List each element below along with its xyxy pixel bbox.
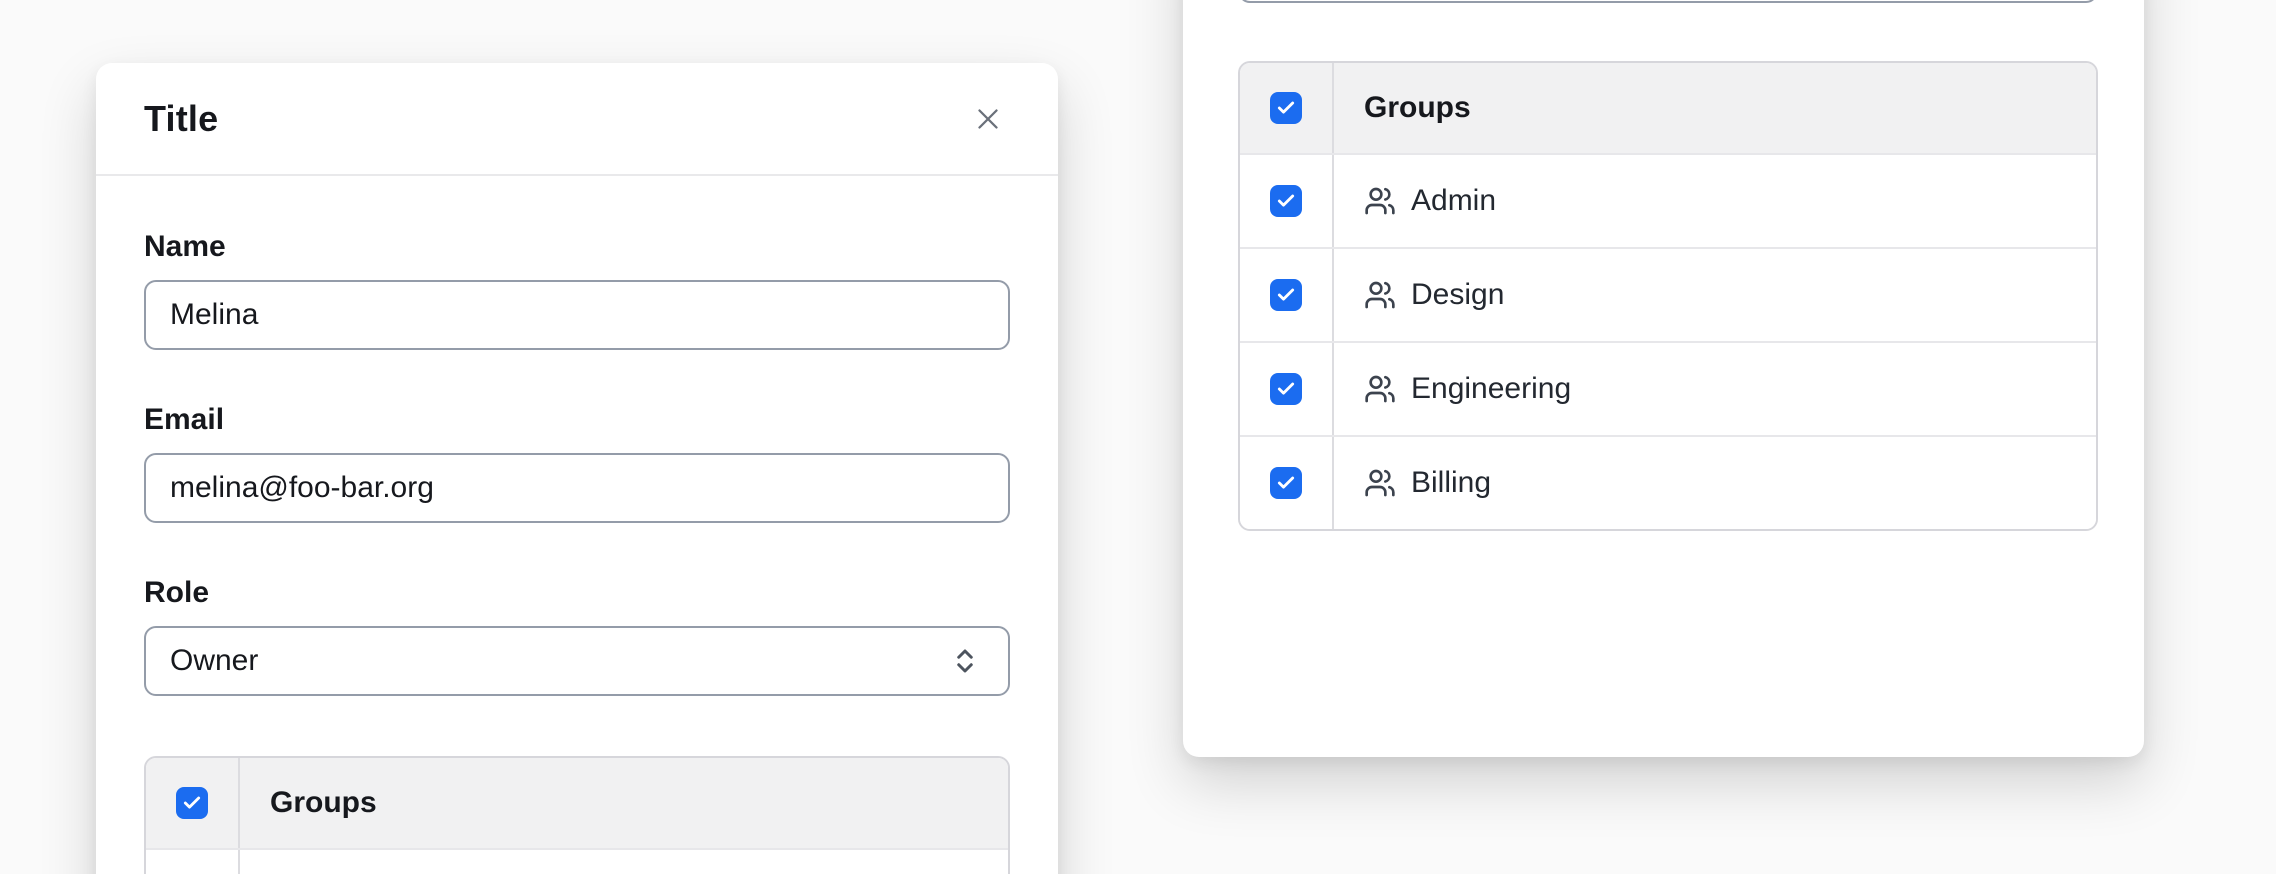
groups-header-label: Groups — [1334, 63, 2096, 153]
groups-table: Groups — [1238, 61, 2098, 531]
name-label: Name — [144, 230, 1010, 264]
role-select[interactable]: Owner — [144, 626, 1010, 696]
groups-panel: Groups — [1183, 0, 2144, 757]
email-label: Email — [144, 403, 1010, 437]
table-row-partial[interactable] — [146, 848, 1008, 874]
row-content: Billing — [1334, 437, 2096, 529]
header-checkbox-cell — [1240, 63, 1334, 153]
partial-input-top-edge — [1238, 0, 2098, 3]
dialog-body: Name Email Role Owner — [96, 176, 1058, 874]
check-icon — [1276, 379, 1296, 399]
check-icon — [1276, 285, 1296, 305]
group-row-label: Admin — [1411, 184, 1496, 218]
row-checkbox[interactable] — [1270, 279, 1302, 311]
dialog-title: Title — [144, 98, 218, 140]
row-content: Design — [1334, 249, 2096, 341]
groups-table-header: Groups — [1240, 63, 2096, 153]
groups-header-label: Groups — [240, 758, 1008, 848]
groups-panel-body: Groups — [1183, 0, 2144, 757]
close-button[interactable] — [966, 97, 1010, 141]
chevrons-up-down-icon — [950, 646, 980, 676]
users-icon — [1364, 373, 1396, 405]
role-selected-value: Owner — [170, 644, 258, 678]
edit-user-dialog: Title Name Email Role Owner — [96, 63, 1058, 874]
check-icon — [1276, 473, 1296, 493]
users-icon — [1364, 279, 1396, 311]
email-input[interactable] — [144, 453, 1010, 523]
select-all-checkbox[interactable] — [1270, 92, 1302, 124]
group-row-label: Engineering — [1411, 372, 1571, 406]
check-icon — [182, 793, 202, 813]
group-row-label: Design — [1411, 278, 1504, 312]
users-icon — [1364, 467, 1396, 499]
group-row-label: Billing — [1411, 466, 1491, 500]
groups-table: Groups — [144, 756, 1010, 874]
group-row-admin[interactable]: Admin — [1240, 153, 2096, 247]
select-all-checkbox[interactable] — [176, 787, 208, 819]
row-checkbox[interactable] — [1270, 467, 1302, 499]
row-checkbox-cell — [1240, 155, 1334, 247]
group-row-engineering[interactable]: Engineering — [1240, 341, 2096, 435]
check-icon — [1276, 98, 1296, 118]
dialog-header: Title — [96, 63, 1058, 176]
row-checkbox[interactable] — [1270, 373, 1302, 405]
row-content — [240, 850, 1008, 874]
row-checkbox-cell — [1240, 249, 1334, 341]
name-input[interactable] — [144, 280, 1010, 350]
role-label: Role — [144, 576, 1010, 610]
row-checkbox-cell — [1240, 343, 1334, 435]
check-icon — [1276, 191, 1296, 211]
x-icon — [971, 102, 1005, 136]
row-content: Engineering — [1334, 343, 2096, 435]
groups-table-header: Groups — [146, 758, 1008, 848]
header-checkbox-cell — [146, 758, 240, 848]
group-row-billing[interactable]: Billing — [1240, 435, 2096, 529]
row-checkbox-cell — [1240, 437, 1334, 529]
users-icon — [1364, 185, 1396, 217]
row-content: Admin — [1334, 155, 2096, 247]
row-checkbox[interactable] — [1270, 185, 1302, 217]
group-row-design[interactable]: Design — [1240, 247, 2096, 341]
row-checkbox-cell — [146, 850, 240, 874]
